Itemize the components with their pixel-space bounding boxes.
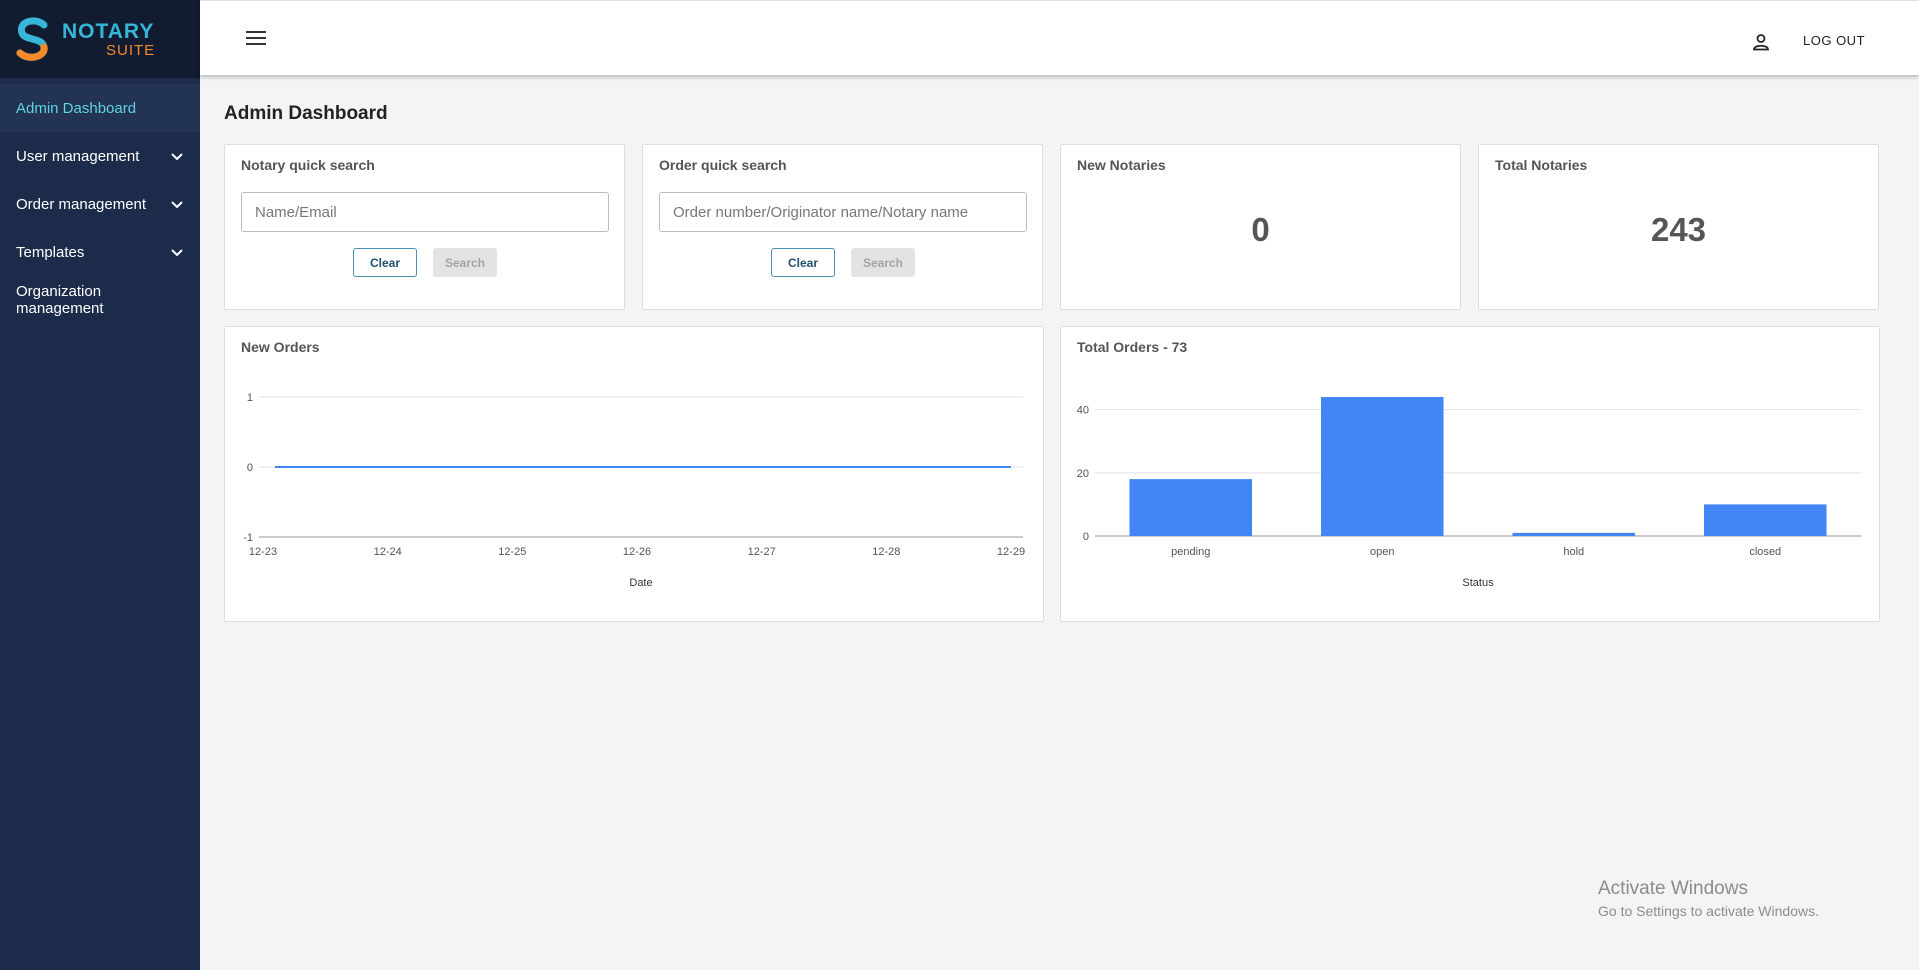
x-tick-label: 12-24 bbox=[374, 546, 402, 558]
app-logo[interactable]: NOTARY SUITE bbox=[0, 0, 200, 78]
page-title: Admin Dashboard bbox=[224, 103, 388, 124]
chevron-down-icon bbox=[171, 153, 183, 161]
clear-button[interactable]: Clear bbox=[353, 248, 417, 277]
logo-subtitle: SUITE bbox=[106, 41, 156, 59]
x-axis-label: Status bbox=[1462, 577, 1494, 589]
order-quick-search-card: Order quick search Clear Search bbox=[642, 144, 1043, 310]
order-search-input[interactable] bbox=[659, 192, 1027, 232]
notary-search-input[interactable] bbox=[241, 192, 609, 232]
card-title: Notary quick search bbox=[241, 157, 375, 173]
x-tick-label: 12-26 bbox=[623, 546, 651, 558]
sidebar-item-organization-management[interactable]: Organization management bbox=[0, 276, 200, 324]
x-tick-label: hold bbox=[1563, 546, 1584, 558]
y-tick-label: 40 bbox=[1077, 405, 1089, 417]
y-tick-label: -1 bbox=[243, 532, 253, 544]
new-orders-card: New Orders 1 0 -1 12-23 12-24 12-25 12-26 12-27… bbox=[224, 326, 1044, 622]
bar bbox=[1703, 504, 1827, 536]
card-title: Order quick search bbox=[659, 157, 787, 173]
logout-button[interactable]: LOG OUT bbox=[1803, 33, 1865, 48]
watermark-subtitle: Go to Settings to activate Windows. bbox=[1598, 903, 1819, 919]
sidebar-nav: Admin Dashboard User management Order ma… bbox=[0, 78, 200, 324]
bar bbox=[1129, 479, 1253, 536]
search-button[interactable]: Search bbox=[433, 248, 497, 277]
y-tick-label: 0 bbox=[1083, 531, 1089, 543]
menu-icon[interactable] bbox=[246, 31, 266, 47]
notary-suite-logo-icon bbox=[14, 17, 54, 61]
y-tick-label: 0 bbox=[247, 462, 253, 474]
notary-quick-search-card: Notary quick search Clear Search bbox=[224, 144, 625, 310]
x-tick-label: open bbox=[1370, 546, 1394, 558]
y-tick-label: 1 bbox=[247, 392, 253, 404]
sidebar-item-templates[interactable]: Templates bbox=[0, 228, 200, 276]
total-orders-bar-chart: 40 20 0 pending open hold closed Status bbox=[1077, 397, 1861, 589]
sidebar-item-label: User management bbox=[16, 147, 140, 165]
sidebar: NOTARY SUITE Admin Dashboard User manage… bbox=[0, 0, 200, 970]
sidebar-item-label: Templates bbox=[16, 243, 85, 261]
top-bar: LOG OUT bbox=[200, 0, 1919, 75]
x-tick-label: 12-23 bbox=[249, 546, 277, 558]
sidebar-item-label: Organization management bbox=[16, 283, 104, 317]
x-tick-label: closed bbox=[1749, 546, 1781, 558]
windows-activation-watermark: Activate Windows Go to Settings to activ… bbox=[1598, 878, 1819, 919]
logo-title: NOTARY bbox=[62, 19, 155, 43]
total-notaries-count: 243 bbox=[1650, 211, 1707, 248]
sidebar-item-admin-dashboard[interactable]: Admin Dashboard bbox=[0, 84, 200, 132]
new-notaries-card: New Notaries 0 bbox=[1060, 144, 1461, 310]
x-tick-label: pending bbox=[1171, 546, 1210, 558]
x-axis-label: Date bbox=[629, 577, 652, 589]
x-tick-label: 12-25 bbox=[498, 546, 526, 558]
x-tick-label: 12-27 bbox=[748, 546, 776, 558]
bar bbox=[1512, 532, 1636, 536]
sidebar-item-label: Admin Dashboard bbox=[16, 99, 137, 117]
search-button[interactable]: Search bbox=[851, 248, 915, 277]
new-orders-line-chart: 1 0 -1 12-23 12-24 12-25 12-26 12-27 12-28 12-29 D… bbox=[243, 392, 1025, 589]
new-notaries-count: 0 bbox=[1251, 211, 1270, 248]
person-icon[interactable] bbox=[1752, 33, 1770, 51]
sidebar-item-user-management[interactable]: User management bbox=[0, 132, 200, 180]
sidebar-item-label: Order management bbox=[16, 195, 147, 213]
clear-button[interactable]: Clear bbox=[771, 248, 835, 277]
x-tick-label: 12-29 bbox=[997, 546, 1025, 558]
bar bbox=[1320, 397, 1444, 536]
y-tick-label: 20 bbox=[1077, 468, 1089, 480]
sidebar-item-order-management[interactable]: Order management bbox=[0, 180, 200, 228]
watermark-title: Activate Windows bbox=[1598, 878, 1748, 899]
x-tick-label: 12-28 bbox=[872, 546, 900, 558]
chevron-down-icon bbox=[171, 201, 183, 209]
total-notaries-card: Total Notaries 243 bbox=[1478, 144, 1879, 310]
total-orders-card: Total Orders - 73 40 20 0 pending open hold cl… bbox=[1060, 326, 1880, 622]
card-title: Total Notaries bbox=[1495, 157, 1588, 173]
chevron-down-icon bbox=[171, 249, 183, 257]
card-title: New Notaries bbox=[1077, 157, 1166, 173]
